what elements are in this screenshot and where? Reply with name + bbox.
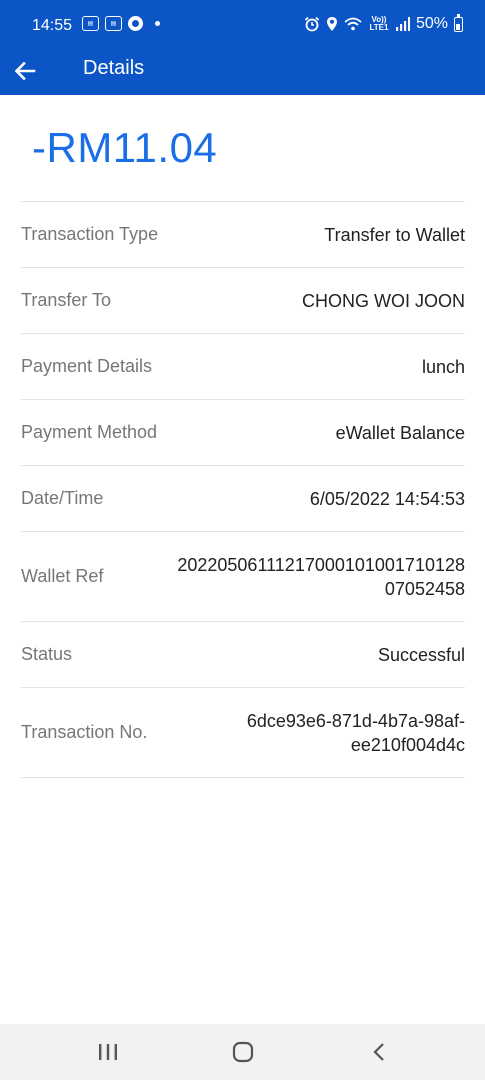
detail-value-line: Transfer to Wallet (324, 224, 465, 245)
status-right-icons: Vo)) LTE1 50% (304, 13, 463, 33)
detail-value: 20220506111217000101001710128 07052458 (177, 553, 465, 601)
notification-app-icon: ▤ (82, 16, 99, 31)
detail-value: 6/05/2022 14:54:53 (310, 487, 465, 511)
header: 14:55 ▤ ▤ Vo)) LTE1 50% Details (0, 0, 485, 95)
location-icon (326, 17, 337, 31)
system-nav-bar (0, 1024, 485, 1080)
recent-apps-icon (99, 1044, 117, 1060)
more-notifications-icon (155, 21, 160, 26)
detail-row: Payment Details lunch (21, 334, 465, 400)
detail-row: Transaction Type Transfer to Wallet (21, 202, 465, 268)
wifi-icon (344, 17, 362, 31)
status-left-icons: ▤ ▤ (82, 16, 160, 31)
detail-value-line: ee210f004d4c (350, 734, 465, 755)
detail-row: Payment Method eWallet Balance (21, 400, 465, 466)
detail-label: Wallet Ref (21, 566, 104, 586)
detail-value-line: 6/05/2022 14:54:53 (309, 488, 465, 509)
detail-label: Transaction No. (21, 722, 148, 742)
detail-value: Successful (378, 643, 465, 667)
detail-value-line: CHONG WOI JOON (302, 290, 465, 311)
home-button[interactable] (223, 1036, 263, 1068)
detail-value-line: eWallet Balance (335, 422, 465, 443)
notification-app-icon: ▤ (105, 16, 122, 31)
detail-label: Transfer To (21, 290, 112, 310)
home-icon (232, 1041, 254, 1063)
detail-label: Transaction Type (21, 224, 159, 244)
detail-row: Date/Time 6/05/2022 14:54:53 (21, 466, 465, 532)
detail-label: Status (21, 644, 73, 664)
battery-icon (454, 13, 463, 32)
detail-value-line: 6dce93e6-871d-4b7a-98af- (246, 710, 465, 731)
detail-row: Transaction No. 6dce93e6-871d-4b7a-98af-e… (21, 688, 465, 778)
volte-lte-indicator: Vo)) LTE1 (369, 15, 389, 32)
app-bar: Details (0, 50, 485, 95)
back-button[interactable] (8, 54, 42, 88)
screen: 14:55 ▤ ▤ Vo)) LTE1 50% Details -RM11.04… (0, 0, 485, 1080)
battery-percentage: 50% (415, 15, 448, 32)
detail-value-line: 20220506111217000101001710128 (177, 554, 465, 575)
recent-apps-button[interactable] (88, 1036, 128, 1068)
detail-row: Status Successful (21, 622, 465, 688)
nav-back-button[interactable] (359, 1036, 399, 1068)
transaction-details-list: Transaction Type Transfer to Wallet Transf… (21, 201, 465, 778)
detail-value: lunch (422, 355, 465, 379)
status-time: 14:55 (32, 17, 73, 34)
detail-value: Transfer to Wallet (324, 223, 465, 247)
page-title: Details (83, 57, 145, 79)
detail-label: Date/Time (21, 488, 104, 508)
arrow-left-icon (14, 61, 36, 81)
alarm-icon (304, 16, 320, 32)
transaction-amount: -RM11.04 (32, 124, 218, 171)
browser-icon (128, 16, 143, 31)
detail-value: eWallet Balance (336, 421, 465, 445)
detail-label: Payment Details (21, 356, 153, 376)
detail-row: Wallet Ref 20220506111217000101001710128 0… (21, 532, 465, 622)
detail-value-line: 07052458 (384, 578, 465, 599)
detail-value-line: lunch (421, 356, 465, 377)
detail-value: 6dce93e6-871d-4b7a-98af-ee210f004d4c (247, 709, 465, 757)
detail-row: Transfer To CHONG WOI JOON (21, 268, 465, 334)
signal-icon (395, 17, 410, 31)
detail-value: CHONG WOI JOON (302, 289, 465, 313)
detail-label: Payment Method (21, 422, 158, 442)
back-icon (373, 1043, 384, 1061)
detail-value-line: Successful (377, 644, 465, 665)
status-bar: 14:55 ▤ ▤ Vo)) LTE1 50% (0, 0, 485, 50)
